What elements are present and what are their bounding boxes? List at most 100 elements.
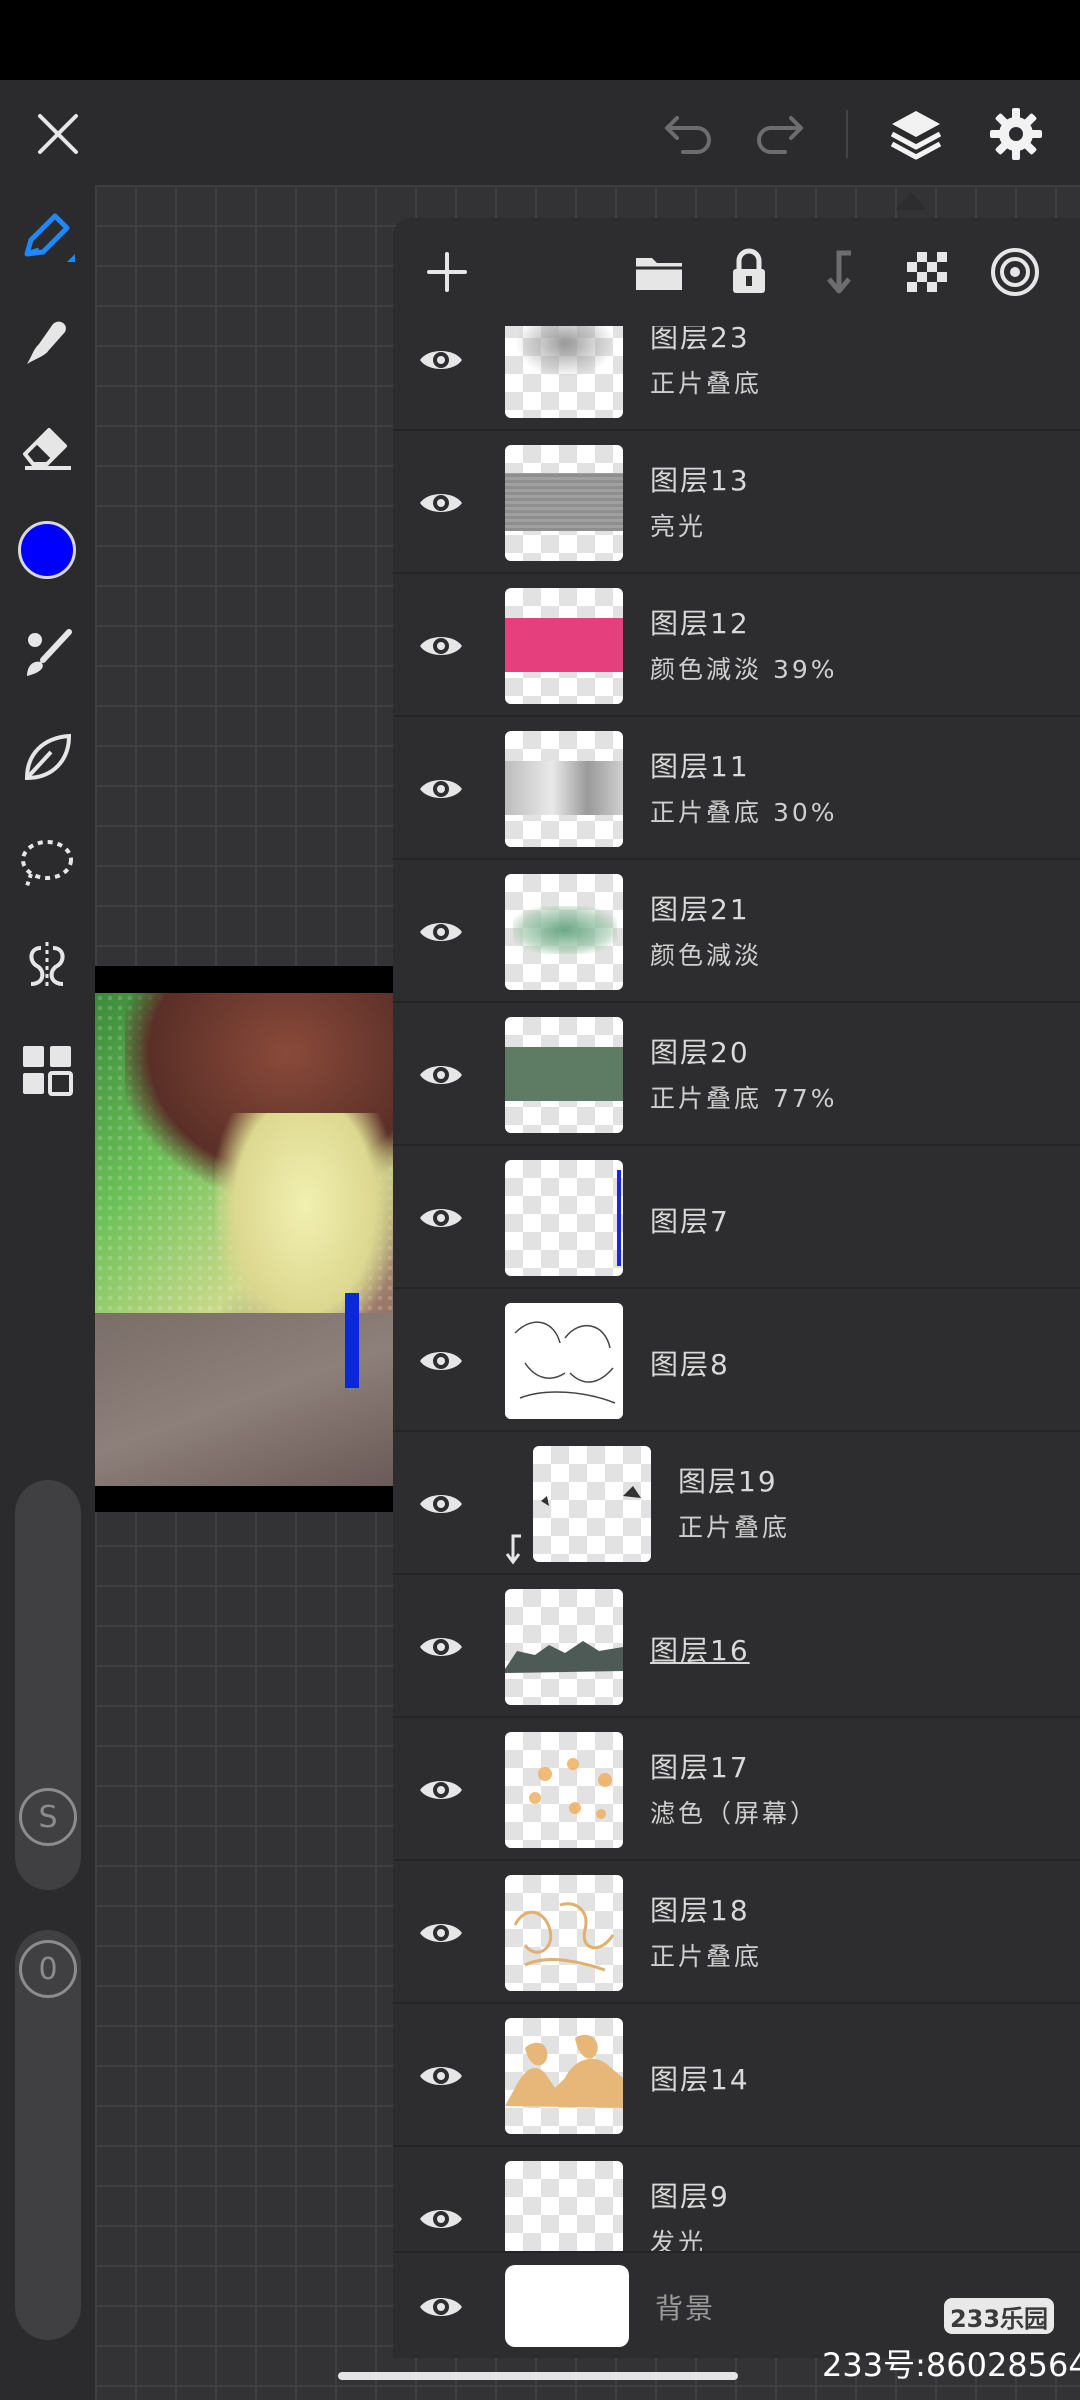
layer-row[interactable]: 图层16 — [393, 1575, 1080, 1718]
layer-blend-mode: 正片叠底 77% — [650, 1084, 838, 1113]
folder-icon[interactable] — [627, 240, 691, 304]
target-icon[interactable] — [983, 240, 1047, 304]
layer-thumbnail — [505, 1160, 623, 1276]
eye-icon[interactable] — [411, 902, 471, 962]
layer-name: 图层8 — [650, 1348, 730, 1381]
layer-blend-mode: 发光 — [650, 2228, 707, 2251]
layer-name: 图层12 — [650, 607, 750, 640]
gear-icon[interactable] — [984, 102, 1048, 166]
layer-name: 图层14 — [650, 2063, 750, 2096]
layer-thumbnail — [505, 2161, 623, 2251]
leaf-icon[interactable] — [12, 723, 82, 793]
eye-icon[interactable] — [411, 1045, 471, 1105]
left-toolbar: S 0 — [0, 185, 95, 2400]
eye-icon[interactable] — [411, 473, 471, 533]
watermark-logo: 233乐园 — [944, 2298, 1054, 2334]
brush-size-knob[interactable]: S — [19, 1788, 77, 1846]
layer-blend-mode: 正片叠底 — [678, 1513, 791, 1542]
layer-name: 图层16 — [650, 1634, 750, 1667]
eye-icon[interactable] — [411, 2277, 471, 2337]
smudge-icon[interactable] — [12, 307, 82, 377]
home-indicator[interactable] — [338, 2372, 738, 2380]
layer-thumbnail — [505, 1303, 623, 1419]
eye-icon[interactable] — [411, 759, 471, 819]
layer-blend-mode: 滤色（屏幕） — [650, 1799, 819, 1828]
pencil-icon[interactable] — [12, 203, 82, 273]
symmetry-icon[interactable] — [12, 931, 82, 1001]
opacity-slider[interactable]: 0 — [15, 1930, 81, 2340]
layer-thumbnail — [505, 326, 623, 418]
layer-blend-mode: 颜色減淡 39% — [650, 655, 838, 684]
eye-icon[interactable] — [411, 2189, 471, 2249]
watermark-text: 233号:86028564 — [822, 2346, 1080, 2384]
layer-name: 图层17 — [650, 1751, 750, 1784]
background-thumbnail — [505, 2265, 629, 2347]
eye-icon[interactable] — [411, 1617, 471, 1677]
layer-row[interactable]: 图层11 正片叠底 30% — [393, 717, 1080, 860]
eye-icon[interactable] — [411, 616, 471, 676]
layers-list[interactable]: 图层23 正片叠底 图层13 亮光 图层12 颜色減淡 39% 图层11 正片叠… — [393, 326, 1080, 2251]
top-bar — [0, 80, 1080, 185]
layer-blend-mode: 正片叠底 30% — [650, 798, 838, 827]
layer-name: 图层19 — [678, 1465, 778, 1498]
background-layer-name: 背景 — [655, 2292, 716, 2325]
layer-name: 图层7 — [650, 1205, 730, 1238]
opacity-knob[interactable]: 0 — [19, 1940, 77, 1998]
layer-name: 图层21 — [650, 893, 750, 926]
status-bar — [0, 0, 1080, 80]
layer-row[interactable]: 图层17 滤色（屏幕） — [393, 1718, 1080, 1861]
layer-row[interactable]: 图层13 亮光 — [393, 431, 1080, 574]
layer-blend-mode: 正片叠底 — [650, 1942, 763, 1971]
eye-icon[interactable] — [411, 1474, 471, 1534]
layer-thumbnail — [505, 1875, 623, 1991]
layer-row[interactable]: 图层12 颜色減淡 39% — [393, 574, 1080, 717]
layer-name: 图层11 — [650, 750, 750, 783]
transparency-icon[interactable] — [895, 240, 959, 304]
eraser-icon[interactable] — [12, 411, 82, 481]
redo-icon[interactable] — [747, 102, 811, 166]
eye-icon[interactable] — [411, 1188, 471, 1248]
layer-row[interactable]: 图层9 发光 — [393, 2147, 1080, 2251]
color-swatch[interactable] — [12, 515, 82, 585]
close-icon[interactable] — [26, 102, 90, 166]
layer-thumbnail — [505, 445, 623, 561]
layer-row[interactable]: 图层8 — [393, 1289, 1080, 1432]
eye-icon[interactable] — [411, 1760, 471, 1820]
grid-icon[interactable] — [12, 1035, 82, 1105]
eye-icon[interactable] — [411, 330, 471, 390]
eye-icon[interactable] — [411, 1903, 471, 1963]
layer-name: 图层20 — [650, 1036, 750, 1069]
lasso-icon[interactable] — [12, 827, 82, 897]
layer-row[interactable]: 图层19 正片叠底 — [393, 1432, 1080, 1575]
eye-icon[interactable] — [411, 2046, 471, 2106]
layer-row[interactable]: 图层18 正片叠底 — [393, 1861, 1080, 2004]
layers-icon[interactable] — [884, 102, 948, 166]
artwork-image — [95, 993, 395, 1486]
drawing-app: S 0 图层23 正片叠底 图层13 亮光 图层12 颜色減淡 39% 图层11… — [0, 80, 1080, 2400]
clip-arrow-icon — [505, 1534, 521, 1565]
artwork-canvas[interactable] — [95, 966, 395, 1512]
layer-thumbnail — [505, 588, 623, 704]
layer-blend-mode: 正片叠底 — [650, 369, 763, 398]
artwork-blue-strip — [345, 1293, 359, 1388]
layer-row[interactable]: 图层7 — [393, 1146, 1080, 1289]
clip-icon[interactable] — [807, 240, 871, 304]
artwork-face — [215, 1113, 395, 1343]
eye-icon[interactable] — [411, 1331, 471, 1391]
layer-row[interactable]: 图层21 颜色減淡 — [393, 860, 1080, 1003]
layer-row[interactable]: 图层14 — [393, 2004, 1080, 2147]
layer-thumbnail — [505, 731, 623, 847]
brush-size-slider[interactable]: S — [15, 1480, 81, 1890]
layer-thumbnail — [533, 1446, 651, 1562]
layer-thumbnail — [505, 874, 623, 990]
layer-row[interactable]: 图层20 正片叠底 77% — [393, 1003, 1080, 1146]
add-icon[interactable] — [415, 240, 479, 304]
layer-name: 图层9 — [650, 2180, 730, 2213]
brush-icon[interactable] — [12, 619, 82, 689]
layer-row[interactable]: 图层23 正片叠底 — [393, 326, 1080, 431]
lock-icon[interactable] — [717, 240, 781, 304]
brush-color-swatch — [18, 521, 76, 579]
layer-thumbnail — [505, 1017, 623, 1133]
undo-icon[interactable] — [657, 102, 721, 166]
layer-blend-mode: 亮光 — [650, 512, 707, 541]
